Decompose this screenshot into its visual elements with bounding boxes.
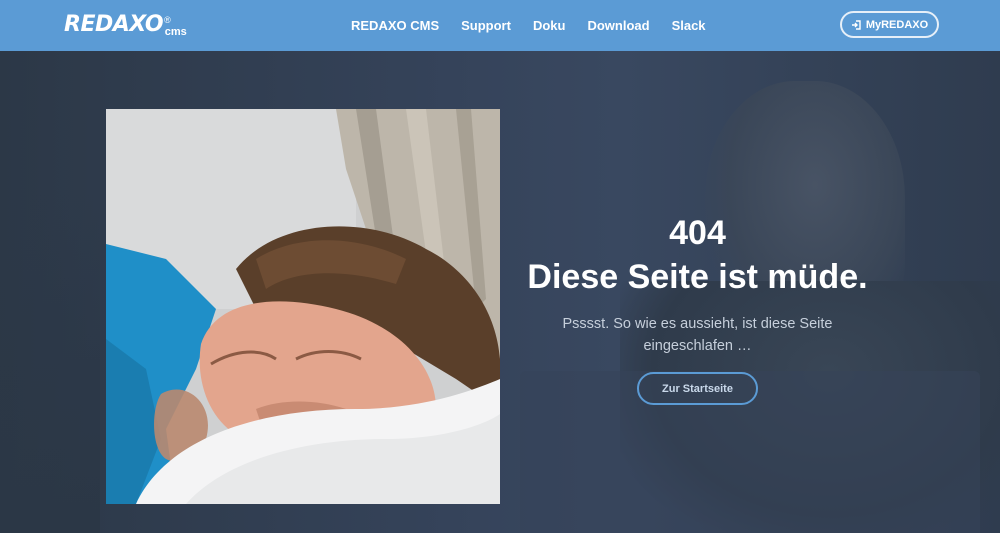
nav-item-support[interactable]: Support bbox=[450, 18, 522, 33]
home-button[interactable]: Zur Startseite bbox=[637, 372, 758, 405]
page-title: Diese Seite ist müde. bbox=[527, 258, 868, 296]
nav-item-slack[interactable]: Slack bbox=[661, 18, 717, 33]
site-header: REDAXO ® cms REDAXO CMS Support Doku Dow… bbox=[0, 0, 1000, 51]
logo-registered-mark: ® bbox=[164, 15, 171, 25]
main-nav: REDAXO CMS Support Doku Download Slack bbox=[340, 0, 717, 51]
sleeping-man-photo bbox=[106, 109, 500, 504]
logo-suffix: cms bbox=[164, 26, 187, 38]
home-button-label: Zur Startseite bbox=[662, 382, 733, 395]
nav-item-download[interactable]: Download bbox=[576, 18, 660, 33]
myredaxo-button[interactable]: MyREDAXO bbox=[840, 11, 939, 38]
myredaxo-label: MyREDAXO bbox=[865, 18, 929, 31]
redaxo-logo[interactable]: REDAXO ® cms bbox=[64, 11, 187, 39]
error-hero: 404 Diese Seite ist müde. Psssst. So wie… bbox=[0, 51, 1000, 533]
background-shade bbox=[0, 191, 100, 533]
nav-item-doku[interactable]: Doku bbox=[522, 18, 577, 33]
error-code: 404 bbox=[669, 214, 726, 252]
sign-in-icon bbox=[851, 19, 861, 30]
error-description: Psssst. So wie es aussieht, ist diese Se… bbox=[562, 316, 833, 354]
logo-wordmark: REDAXO bbox=[64, 12, 164, 37]
nav-item-redaxo-cms[interactable]: REDAXO CMS bbox=[340, 18, 450, 33]
